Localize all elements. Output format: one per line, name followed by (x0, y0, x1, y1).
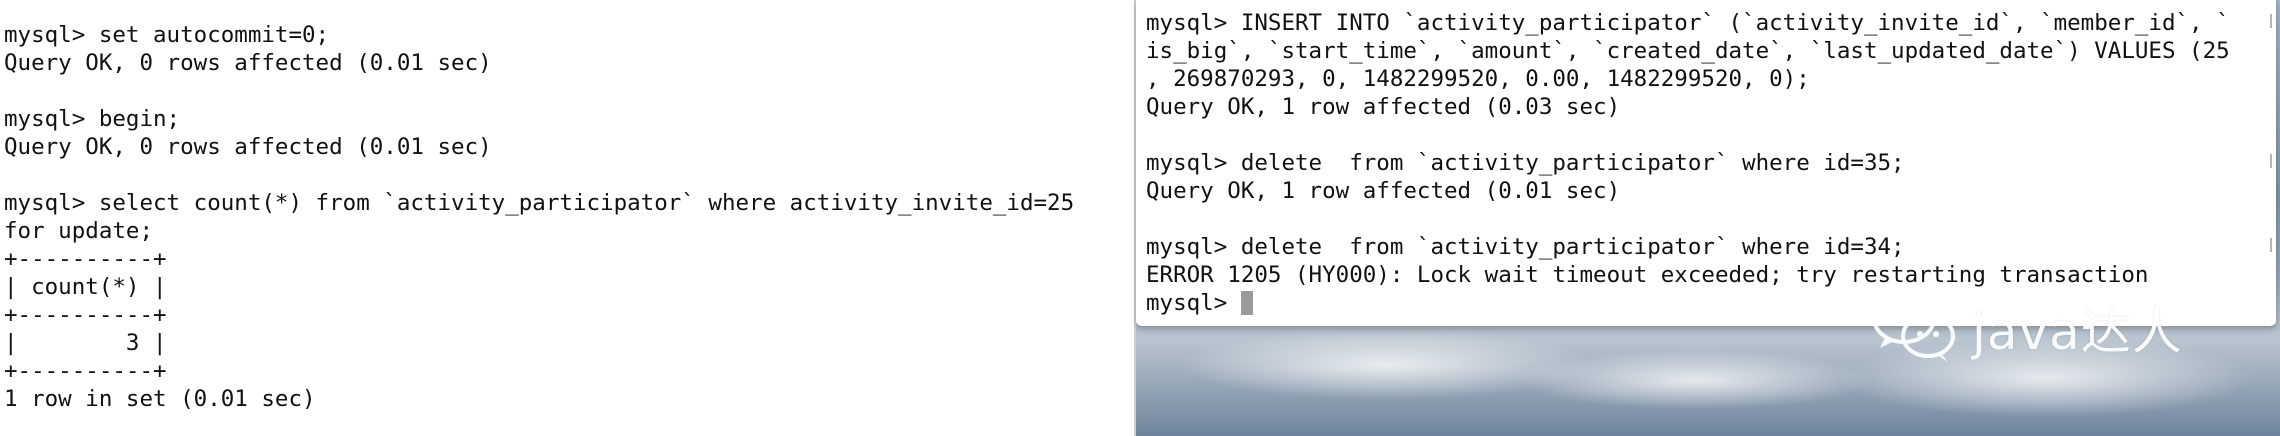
terminal-line: for update; (4, 218, 154, 244)
prompt-text: mysql> (1146, 290, 1241, 316)
watermark: java达人 (1866, 288, 2183, 368)
terminal-line: 1 row in set (0.01 sec) (4, 386, 316, 412)
right-terminal-window[interactable]: mysql> INSERT INTO `activity_participato… (1136, 0, 2276, 327)
wechat-icon (1866, 286, 1962, 370)
terminal-line: ERROR 1205 (HY000): Lock wait timeout ex… (1146, 262, 2149, 288)
left-terminal-output: mysql> set autocommit=0; Query OK, 0 row… (4, 21, 1074, 413)
terminal-line: mysql> INSERT INTO `activity_participato… (1146, 10, 2230, 36)
cloud (1516, 350, 1876, 410)
terminal-line: Query OK, 0 rows affected (0.01 sec) (4, 50, 492, 76)
scroll-indicator (2270, 238, 2272, 252)
scroll-indicator (2270, 14, 2272, 28)
terminal-line: mysql> delete from `activity_participato… (1146, 234, 1905, 260)
terminal-line: Query OK, 0 rows affected (0.01 sec) (4, 134, 492, 160)
terminal-prompt[interactable]: mysql> (1146, 290, 1253, 316)
terminal-line: +----------+ (4, 358, 167, 384)
right-terminal-output: mysql> INSERT INTO `activity_participato… (1146, 9, 2230, 317)
text-cursor (1240, 291, 1253, 315)
terminal-line: +----------+ (4, 302, 167, 328)
watermark-text: java达人 (1972, 303, 2183, 361)
terminal-line: Query OK, 1 row affected (0.03 sec) (1146, 94, 1621, 120)
terminal-line: Query OK, 1 row affected (0.01 sec) (1146, 178, 1621, 204)
scroll-indicator (2270, 154, 2272, 168)
terminal-line: mysql> set autocommit=0; (4, 22, 330, 48)
terminal-line: mysql> begin; (4, 106, 181, 132)
terminal-line: | 3 | (4, 330, 167, 356)
terminal-line: | count(*) | (4, 274, 167, 300)
left-terminal-window[interactable]: mysql> set autocommit=0; Query OK, 0 row… (0, 0, 1134, 436)
terminal-line: +----------+ (4, 246, 167, 272)
terminal-line: mysql> select count(*) from `activity_pa… (4, 190, 1075, 216)
terminal-line: is_big`, `start_time`, `amount`, `create… (1146, 38, 2230, 64)
terminal-line: , 269870293, 0, 1482299520, 0.00, 148229… (1146, 66, 1810, 92)
terminal-line: mysql> delete from `activity_participato… (1146, 150, 1905, 176)
